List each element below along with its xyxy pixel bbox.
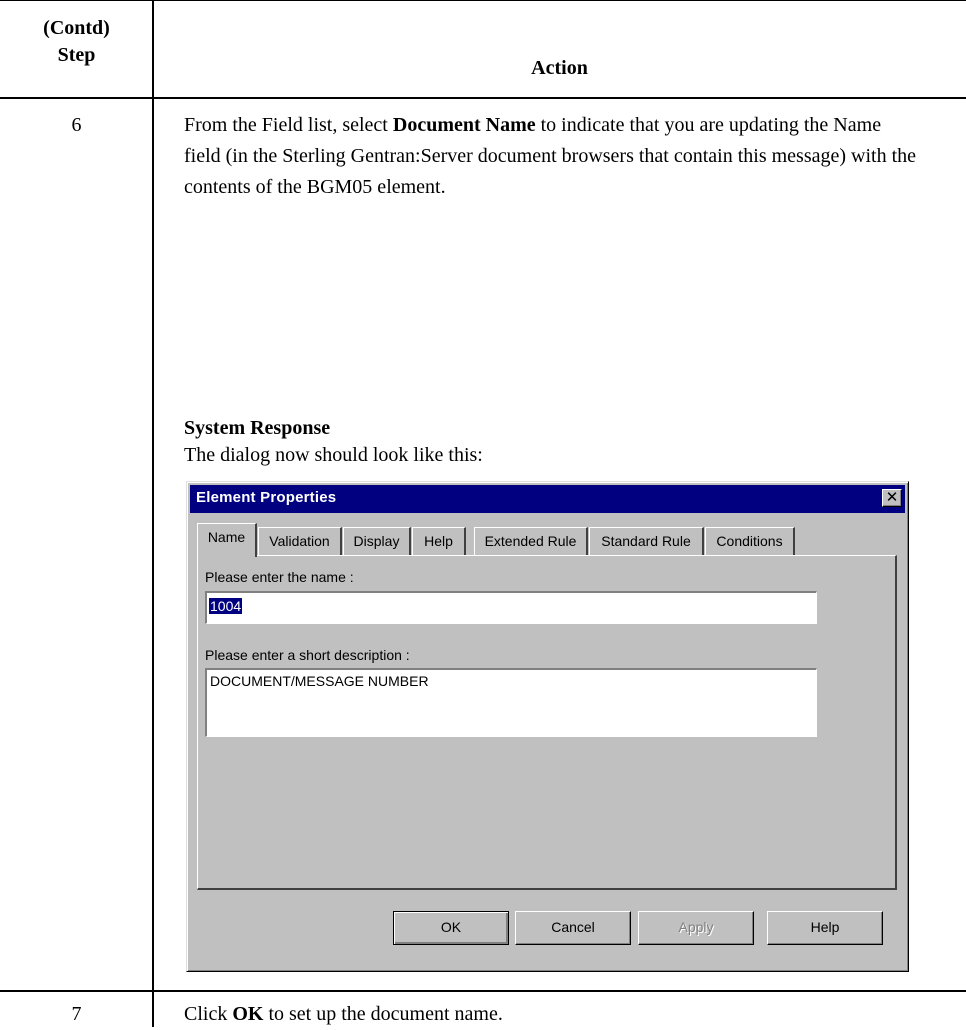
tab-extended-rule[interactable]: Extended Rule — [474, 527, 588, 555]
step-column-header: (Contd) Step — [0, 15, 153, 69]
name-input[interactable]: 1004 — [205, 591, 817, 624]
tab-standard-rule[interactable]: Standard Rule — [589, 527, 704, 555]
step-6-text-before: From the Field list, select — [184, 114, 393, 136]
tab-display[interactable]: Display — [343, 527, 411, 555]
step-number-7: 7 — [71, 1003, 82, 1025]
element-properties-dialog: Element Properties ✕ Name Validation Dis… — [186, 481, 909, 972]
table-header-divider — [0, 97, 966, 99]
ok-button[interactable]: OK — [393, 911, 509, 945]
table-column-divider — [152, 0, 154, 1027]
tab-help[interactable]: Help — [412, 527, 466, 555]
system-response-heading: System Response — [184, 417, 331, 439]
step-7-text-after: to set up the document name. — [263, 1003, 503, 1025]
apply-button[interactable]: Apply — [638, 911, 754, 945]
name-label: Please enter the name : — [205, 569, 354, 585]
help-button[interactable]: Help — [767, 911, 883, 945]
dialog-title-bar: Element Properties ✕ — [190, 485, 905, 513]
tab-conditions[interactable]: Conditions — [705, 527, 795, 555]
tab-validation[interactable]: Validation — [258, 527, 342, 555]
name-input-value: 1004 — [209, 598, 243, 614]
step-number-6: 6 — [71, 114, 82, 136]
step-header-contd: (Contd) — [43, 17, 110, 39]
step-7-bold-term: OK — [232, 1003, 264, 1025]
description-textarea[interactable]: DOCUMENT/MESSAGE NUMBER — [205, 668, 817, 737]
step-6-instruction: From the Field list, select Document Nam… — [184, 110, 919, 203]
description-label: Please enter a short description : — [205, 647, 410, 663]
close-icon[interactable]: ✕ — [882, 489, 902, 507]
tab-name[interactable]: Name — [197, 523, 257, 557]
step-7-instruction: Click OK to set up the document name. — [184, 999, 919, 1030]
name-tab-panel: Please enter the name : 1004 Please ente… — [197, 555, 897, 890]
description-value: DOCUMENT/MESSAGE NUMBER — [210, 673, 429, 689]
table-row-divider — [0, 990, 966, 992]
system-response-text: The dialog now should look like this: — [184, 444, 483, 466]
step-6-bold-term: Document Name — [392, 114, 536, 136]
cancel-button[interactable]: Cancel — [515, 911, 631, 945]
table-top-border — [0, 0, 966, 1]
step-7-text-before: Click — [184, 1003, 233, 1025]
dialog-title: Element Properties — [196, 489, 337, 506]
step-header-step: Step — [57, 44, 96, 66]
action-column-header: Action — [531, 57, 588, 79]
